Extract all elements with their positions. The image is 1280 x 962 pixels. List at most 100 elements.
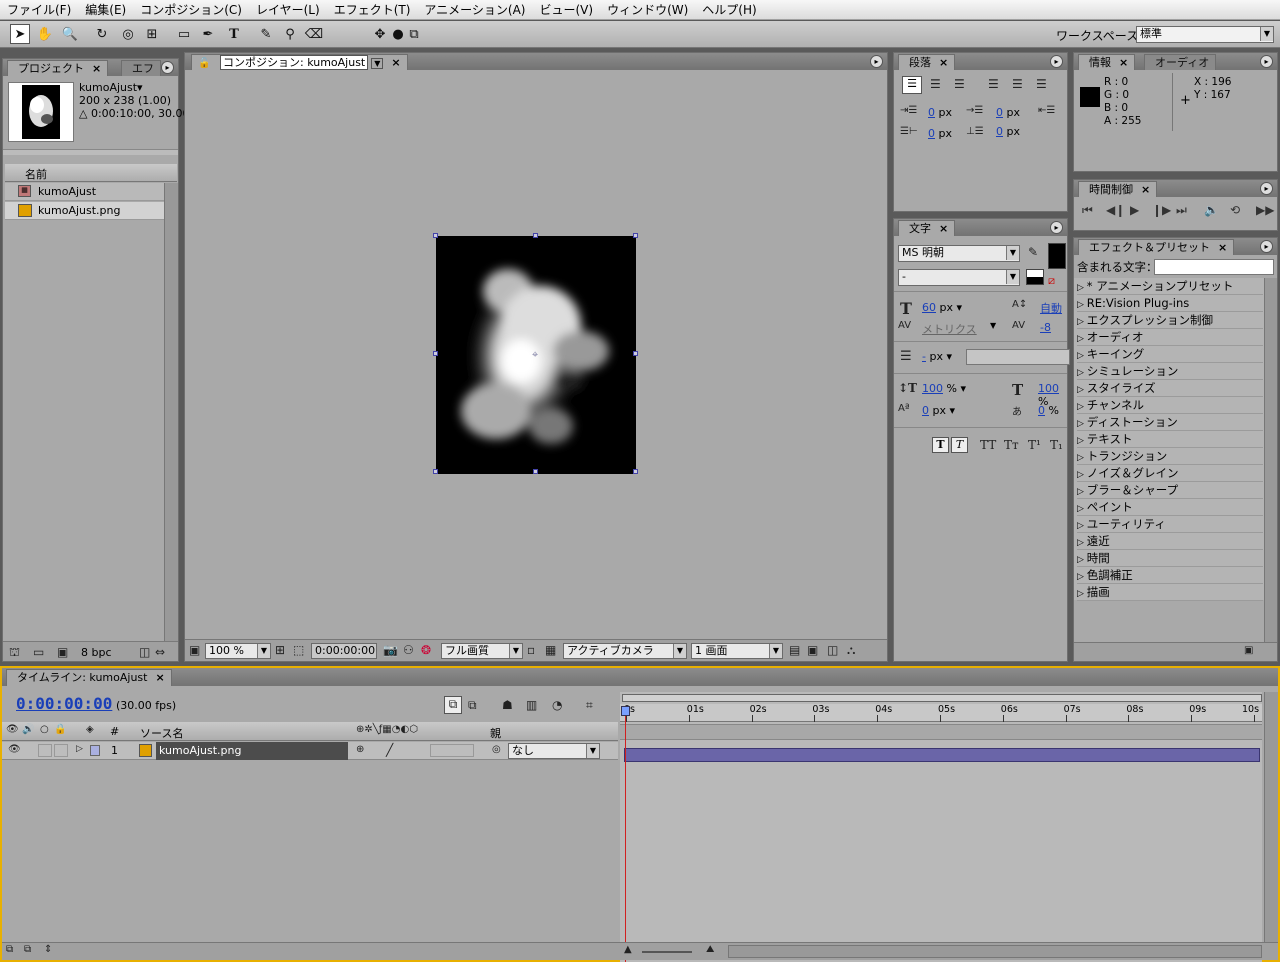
- leading-value[interactable]: 自動: [1040, 300, 1062, 316]
- timeline-icon[interactable]: ◫: [827, 643, 838, 657]
- panel-menu-icon[interactable]: ▸: [161, 61, 174, 74]
- new-animation-preset-icon[interactable]: ▣: [1244, 645, 1253, 656]
- time-navigator[interactable]: [622, 694, 1262, 702]
- menu-edit[interactable]: 編集(E): [78, 1, 133, 18]
- selection-tool-icon[interactable]: ➤: [10, 24, 30, 44]
- no-color-icon[interactable]: ⧄: [1048, 274, 1055, 288]
- chevron-down-icon[interactable]: ▼: [990, 321, 996, 330]
- loop-icon[interactable]: ⟲: [1230, 203, 1240, 217]
- table-row[interactable]: 👁 ▷ 1 kumoAjust.png ⊕ ╱ ◎ なし ▼: [2, 742, 618, 760]
- fill-color-swatch[interactable]: [1048, 243, 1066, 269]
- tab-effects-presets[interactable]: エフェクト＆プリセット ×: [1078, 239, 1235, 255]
- always-preview-icon[interactable]: ▣: [189, 643, 200, 657]
- anchor-point-icon[interactable]: ⌖: [532, 348, 538, 362]
- font-family-dropdown[interactable]: MS 明朝 ▼: [898, 245, 1020, 262]
- trash-icon[interactable]: ◫: [139, 645, 150, 659]
- effect-category-item[interactable]: ▷ 描画: [1077, 584, 1263, 601]
- graph-editor-icon[interactable]: ⌗: [586, 698, 593, 713]
- justify-left-icon[interactable]: ☰: [988, 77, 999, 91]
- subscript-icon[interactable]: T₁: [1050, 438, 1063, 452]
- clone-stamp-tool-icon[interactable]: ⚲: [280, 24, 300, 44]
- tab-character[interactable]: 文字 ×: [898, 220, 956, 236]
- space-after-value[interactable]: 0 px: [996, 125, 1020, 138]
- justify-all-icon[interactable]: ☰: [1036, 77, 1047, 91]
- transform-handle[interactable]: [533, 233, 538, 238]
- menu-animation[interactable]: アニメーション(A): [417, 1, 532, 18]
- panel-menu-icon[interactable]: ▸: [870, 55, 883, 68]
- tsume-value[interactable]: 0 %: [1038, 404, 1059, 417]
- baseline-shift-value[interactable]: 0 px ▾: [922, 404, 955, 417]
- channel-icon[interactable]: ❂: [421, 643, 431, 657]
- show-snapshot-icon[interactable]: ⚇: [403, 643, 414, 657]
- list-item[interactable]: ▦ kumoAjust: [5, 183, 165, 201]
- zoom-slider[interactable]: [642, 951, 692, 953]
- flowchart-icon[interactable]: ⇔: [155, 645, 165, 659]
- transform-handle[interactable]: [433, 469, 438, 474]
- pixel-aspect-icon[interactable]: ▤: [789, 643, 800, 657]
- column-parent[interactable]: 親: [490, 725, 501, 741]
- zoom-tool-icon[interactable]: 🔍: [60, 24, 80, 44]
- indent-left-value[interactable]: 0 px: [928, 106, 952, 119]
- effect-category-item[interactable]: ▷ トランジション: [1077, 448, 1263, 465]
- effects-search-input[interactable]: [1154, 259, 1274, 275]
- comp-mini-flowchart-icon[interactable]: ⧉: [444, 696, 462, 714]
- transparency-grid-icon[interactable]: ▦: [545, 643, 556, 657]
- column-source-name[interactable]: ソース名: [140, 725, 183, 741]
- effect-category-item[interactable]: ▷ エクスプレッション制御: [1077, 312, 1263, 329]
- menu-window[interactable]: ウィンドウ(W): [600, 1, 695, 18]
- zoom-out-icon[interactable]: ▲: [624, 944, 632, 955]
- play-icon[interactable]: ▶: [1130, 203, 1139, 217]
- tab-audio[interactable]: オーディオ: [1144, 54, 1217, 70]
- live-update-icon[interactable]: ⧉: [468, 698, 477, 713]
- effect-category-item[interactable]: ▷ 色調補正: [1077, 567, 1263, 584]
- stroke-color-swatch[interactable]: [1026, 269, 1044, 285]
- panel-menu-icon[interactable]: ▸: [1260, 240, 1273, 253]
- small-caps-icon[interactable]: Tт: [1004, 438, 1019, 452]
- expand-collapse-icon[interactable]: ⧉: [6, 944, 13, 955]
- mask-visibility-icon[interactable]: ⬚: [293, 643, 304, 657]
- justify-center-icon[interactable]: ☰: [1012, 77, 1023, 91]
- align-right-icon[interactable]: ☰: [954, 77, 965, 91]
- tab-project[interactable]: プロジェクト ×: [7, 60, 109, 76]
- effects-scrollbar[interactable]: [1264, 278, 1277, 642]
- transform-handle[interactable]: [633, 469, 638, 474]
- layer-name[interactable]: kumoAjust.png: [156, 742, 348, 760]
- pan-behind-tool-icon[interactable]: ⊞: [142, 24, 162, 44]
- tab-info[interactable]: 情報 ×: [1078, 54, 1136, 70]
- axis-mode-icon[interactable]: ✥: [370, 24, 390, 44]
- current-time-field[interactable]: 0:00:00:00: [311, 643, 377, 659]
- work-area-bar[interactable]: [620, 724, 1262, 740]
- font-size-value[interactable]: 60 px ▾: [922, 301, 962, 314]
- transform-handle[interactable]: [533, 469, 538, 474]
- effect-category-item[interactable]: ▷ * アニメーションプリセット: [1077, 278, 1263, 295]
- resolution-dropdown[interactable]: フル画質 ▼: [441, 643, 523, 659]
- zoom-in-icon[interactable]: ⛰: [706, 944, 714, 955]
- time-ruler[interactable]: 0s01s02s03s04s05s06s07s08s09s10s: [620, 704, 1262, 722]
- timeline-current-time[interactable]: 0:00:00:00: [16, 694, 112, 713]
- brush-tool-icon[interactable]: ✎: [256, 24, 276, 44]
- ram-preview-icon[interactable]: ▶▶: [1256, 203, 1274, 217]
- frame-blending-icon[interactable]: ▥: [526, 698, 537, 712]
- type-tool-icon[interactable]: T: [224, 24, 244, 44]
- snapshot-icon[interactable]: 📷: [383, 643, 398, 657]
- tab-timeline[interactable]: タイムライン: kumoAjust ×: [6, 669, 172, 686]
- draft-3d-icon[interactable]: ☗: [502, 698, 513, 712]
- stroke-order-dropdown[interactable]: [966, 349, 1070, 365]
- rotate-tool-icon[interactable]: ↻: [92, 24, 112, 44]
- tab-paragraph[interactable]: 段落 ×: [898, 54, 956, 70]
- tab-effect-controls[interactable]: エフ: [121, 60, 161, 76]
- orbit-camera-tool-icon[interactable]: ◎: [118, 24, 138, 44]
- effect-category-item[interactable]: ▷ オーディオ: [1077, 329, 1263, 346]
- new-composition-icon[interactable]: ▣: [57, 645, 68, 659]
- effect-category-item[interactable]: ▷ スタイライズ: [1077, 380, 1263, 397]
- first-frame-icon[interactable]: ⏮: [1082, 203, 1093, 218]
- effect-category-item[interactable]: ▷ 時間: [1077, 550, 1263, 567]
- menu-layer[interactable]: レイヤー(L): [249, 1, 327, 18]
- switches-modes-icon[interactable]: ⧉: [24, 944, 31, 955]
- parent-dropdown[interactable]: なし ▼: [508, 743, 600, 759]
- indent-first-value[interactable]: 0 px: [996, 106, 1020, 119]
- vertical-scale-value[interactable]: 100 % ▾: [922, 382, 966, 395]
- effect-category-item[interactable]: ▷ シミュレーション: [1077, 363, 1263, 380]
- effect-category-item[interactable]: ▷ ペイント: [1077, 499, 1263, 516]
- superscript-icon[interactable]: T¹: [1028, 438, 1041, 452]
